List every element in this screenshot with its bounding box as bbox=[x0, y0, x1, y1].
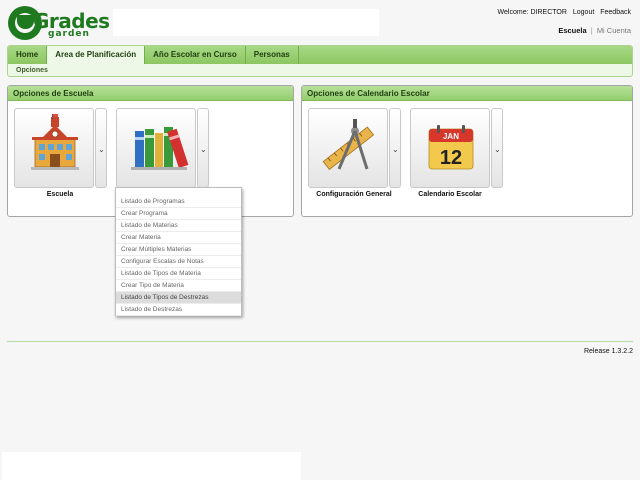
account-switch: Escuela | Mi Cuenta bbox=[558, 26, 631, 35]
menu-item-crear-tipo-materia[interactable]: Crear Tipo de Materia bbox=[116, 280, 241, 292]
drafting-tools-icon bbox=[322, 119, 375, 170]
general-config-dropdown-arrow[interactable]: ⌄ bbox=[389, 108, 401, 188]
subjects-tile-dropdown-arrow[interactable]: ⌄ bbox=[197, 108, 209, 188]
feedback-link[interactable]: Feedback bbox=[600, 9, 631, 16]
calendar-options-panel: Opciones de Calendario Escolar ⌄ Configu… bbox=[301, 85, 633, 217]
my-account-link[interactable]: Mi Cuenta bbox=[597, 26, 631, 35]
school-calendar-tile[interactable]: JAN 12 bbox=[410, 108, 490, 188]
logout-link[interactable]: Logout bbox=[573, 9, 594, 16]
school-calendar-dropdown-arrow[interactable]: ⌄ bbox=[491, 108, 503, 188]
logo-text-sub: garden bbox=[48, 29, 90, 39]
books-icon bbox=[131, 127, 189, 170]
menu-item-configurar-escalas[interactable]: Configurar Escalas de Notas bbox=[116, 256, 241, 268]
subjects-dropdown-menu: Listado de Programas Crear Programa List… bbox=[115, 187, 242, 316]
grades-garden-logo: Grades garden bbox=[8, 6, 110, 40]
tab-ano-escolar[interactable]: Año Escolar en Curso bbox=[145, 46, 246, 64]
chevron-down-icon: ⌄ bbox=[200, 145, 207, 154]
main-nav: Home Area de Planificación Año Escolar e… bbox=[7, 45, 633, 77]
menu-item-listado-programas[interactable]: Listado de Programas bbox=[116, 196, 241, 208]
subjects-tile[interactable] bbox=[116, 108, 196, 188]
calendar-icon: JAN 12 bbox=[428, 125, 474, 170]
calendar-day: 12 bbox=[440, 147, 462, 169]
calendar-month: JAN bbox=[443, 132, 459, 141]
school-calendar-label: Calendario Escolar bbox=[418, 191, 482, 198]
menu-item-listado-materias[interactable]: Listado de Materias bbox=[116, 220, 241, 232]
chevron-down-icon: ⌄ bbox=[392, 145, 399, 154]
bottom-blank-area bbox=[2, 452, 301, 480]
menu-item-crear-programa[interactable]: Crear Programa bbox=[116, 208, 241, 220]
school-building-icon bbox=[31, 114, 79, 170]
menu-item-crear-materia[interactable]: Crear Materia bbox=[116, 232, 241, 244]
tab-home[interactable]: Home bbox=[8, 46, 48, 64]
menu-item-listado-tipos-destrezas[interactable]: Listado de Tipos de Destrezas bbox=[116, 292, 241, 304]
dropdown-scroll-top bbox=[116, 188, 241, 196]
nav-tabs: Home Area de Planificación Año Escolar e… bbox=[8, 46, 632, 64]
school-tile[interactable] bbox=[14, 108, 94, 188]
general-config-label: Configuración General bbox=[316, 191, 392, 198]
school-tile-label: Escuela bbox=[46, 191, 74, 198]
header-banner bbox=[113, 9, 379, 36]
account-current[interactable]: Escuela bbox=[558, 26, 586, 35]
chevron-down-icon: ⌄ bbox=[98, 145, 105, 154]
tab-personas[interactable]: Personas bbox=[246, 46, 299, 64]
release-version: Release 1.3.2.2 bbox=[583, 348, 633, 355]
general-config-tile[interactable] bbox=[308, 108, 388, 188]
school-tile-dropdown-arrow[interactable]: ⌄ bbox=[95, 108, 107, 188]
panel-title: Opciones de Calendario Escolar bbox=[302, 86, 632, 101]
welcome-text: Welcome: DIRECTOR bbox=[497, 9, 567, 16]
footer-divider bbox=[7, 341, 633, 342]
tab-area-planificacion[interactable]: Area de Planificación bbox=[47, 46, 146, 64]
user-menu: Welcome: DIRECTOR Logout Feedback bbox=[494, 9, 631, 16]
account-separator: | bbox=[590, 26, 593, 35]
menu-item-listado-tipos-materia[interactable]: Listado de Tipos de Materia bbox=[116, 268, 241, 280]
menu-item-crear-multiples-materias[interactable]: Crear Múltiples Materias bbox=[116, 244, 241, 256]
panel-title: Opciones de Escuela bbox=[8, 86, 293, 101]
subnav-opciones[interactable]: Opciones bbox=[16, 67, 48, 74]
menu-item-listado-destrezas[interactable]: Listado de Destrezas bbox=[116, 304, 241, 316]
chevron-down-icon: ⌄ bbox=[494, 145, 501, 154]
